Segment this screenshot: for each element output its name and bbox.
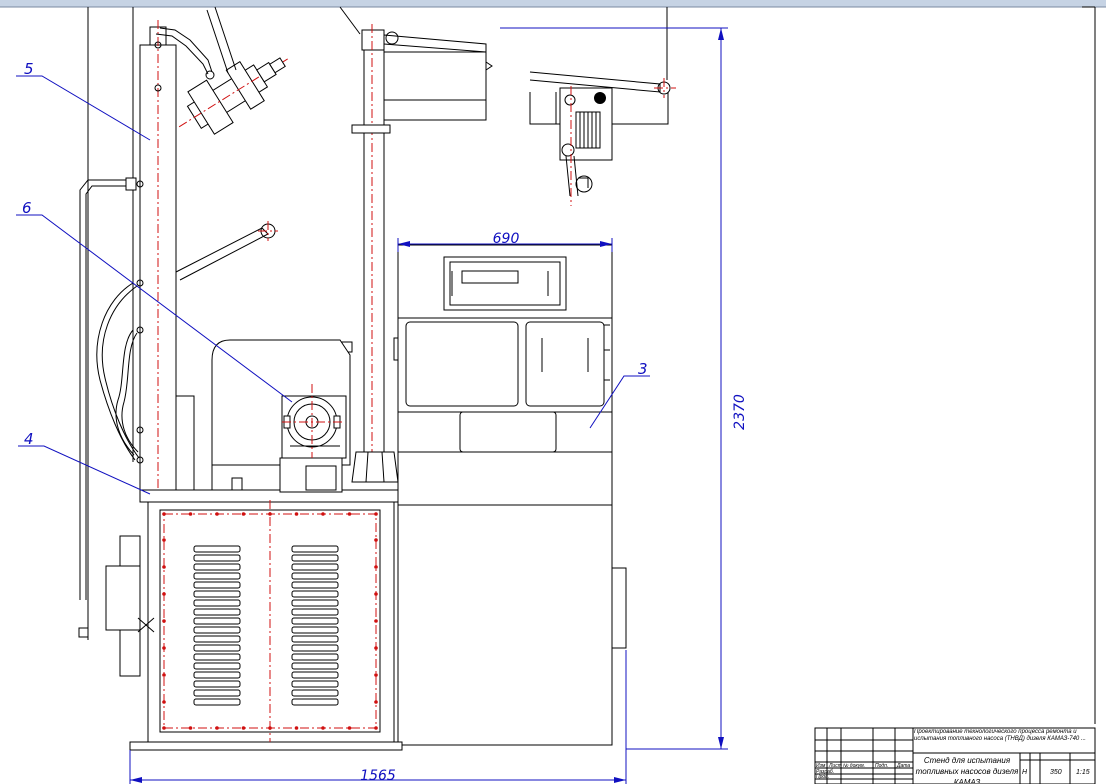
grille-slat bbox=[193, 635, 241, 643]
tb-scale: 1:15 bbox=[1076, 769, 1090, 776]
callout-6: 6 bbox=[22, 199, 32, 217]
grille-slat bbox=[291, 698, 339, 706]
bolt-dot bbox=[215, 512, 219, 516]
callout-5: 5 bbox=[24, 60, 34, 78]
grille-slat bbox=[193, 563, 241, 571]
grille-slat bbox=[193, 698, 241, 706]
grille-slat bbox=[193, 680, 241, 688]
bolt-dot bbox=[374, 646, 378, 650]
callout-3: 3 bbox=[638, 360, 648, 378]
grille-slat bbox=[291, 554, 339, 562]
tb-label-sign: Подп. bbox=[875, 763, 888, 769]
bolt-dot bbox=[162, 538, 166, 542]
drawing-canvas: 2370 690 1565 5 6 4 3 Изм Лист № докум. … bbox=[0, 0, 1106, 784]
dimension-height: 2370 bbox=[732, 394, 748, 430]
grille-slat bbox=[193, 662, 241, 670]
grille-slat bbox=[291, 689, 339, 697]
control-cabinet bbox=[397, 244, 627, 746]
grille-slat bbox=[291, 662, 339, 670]
grille-slat bbox=[193, 545, 241, 553]
bolt-dot bbox=[374, 726, 378, 730]
bolt-dot bbox=[374, 592, 378, 596]
bolt-dot bbox=[321, 726, 325, 730]
grille-slat bbox=[291, 644, 339, 652]
grille-slat bbox=[291, 563, 339, 571]
grille-slat bbox=[193, 671, 241, 679]
grille-slat bbox=[291, 545, 339, 553]
dimension-width-bottom: 1565 bbox=[360, 768, 396, 784]
grille-slat bbox=[193, 554, 241, 562]
grille-slat bbox=[193, 590, 241, 598]
bolt-dot bbox=[374, 512, 378, 516]
grille-slat bbox=[193, 653, 241, 661]
tb-drawing-name-box: Стенд для испытания топливных насосов ди… bbox=[915, 756, 1019, 783]
viewport-top-bar bbox=[0, 0, 1106, 7]
grille-slat bbox=[291, 635, 339, 643]
grille-slat bbox=[193, 599, 241, 607]
bolt-dot bbox=[162, 673, 166, 677]
grille-slat bbox=[291, 599, 339, 607]
tb-label-date: Дата bbox=[896, 763, 910, 769]
bolt-dot bbox=[374, 673, 378, 677]
bolt-dot bbox=[294, 512, 299, 516]
tb-project-title-box: Проектирование технологического процесса… bbox=[914, 729, 1086, 742]
bolt-dot bbox=[162, 726, 166, 730]
bolt-dot bbox=[162, 592, 166, 596]
grille-slat bbox=[193, 617, 241, 625]
grille-slat bbox=[291, 680, 339, 688]
injector-unit bbox=[178, 57, 290, 135]
callout-4: 4 bbox=[24, 430, 34, 448]
bolt-dot bbox=[321, 512, 325, 516]
grille-slat bbox=[291, 671, 339, 679]
grille-slat bbox=[291, 590, 339, 598]
bolt-dot bbox=[347, 726, 352, 730]
grille-slat bbox=[193, 689, 241, 697]
bolt-dot bbox=[241, 512, 246, 516]
grille-slat bbox=[291, 626, 339, 634]
tb-drawing-name: Стенд для испытания топливных насосов ди… bbox=[915, 756, 1019, 783]
dimension-width-top: 690 bbox=[493, 231, 520, 247]
bolt-dot bbox=[188, 726, 193, 730]
grille-slat bbox=[193, 644, 241, 652]
detail-view bbox=[529, 7, 676, 206]
bolt-dot bbox=[162, 700, 166, 704]
bolt-dot bbox=[162, 646, 166, 650]
tb-mass: 350 bbox=[1050, 769, 1062, 776]
grille-slat bbox=[291, 653, 339, 661]
bolt-dot bbox=[162, 512, 166, 516]
grille-slat bbox=[291, 617, 339, 625]
bolt-dot bbox=[241, 726, 246, 730]
bolt-dot bbox=[215, 726, 219, 730]
bolt-dot bbox=[347, 512, 352, 516]
bolt-dot bbox=[374, 565, 378, 569]
grille-slat bbox=[291, 608, 339, 616]
grille-slat bbox=[193, 581, 241, 589]
bolt-dot bbox=[374, 700, 378, 704]
tb-label-check: Пров. bbox=[816, 774, 829, 780]
bolt-dot bbox=[268, 512, 272, 516]
grille-slat bbox=[193, 572, 241, 580]
bolt-dot bbox=[374, 619, 378, 623]
drawing-frame bbox=[1082, 6, 1096, 724]
bolt-dot bbox=[162, 619, 166, 623]
grille-slat bbox=[291, 581, 339, 589]
grille-slat bbox=[291, 572, 339, 580]
tb-label-doc: № докум. bbox=[843, 763, 865, 769]
grille-slat bbox=[193, 608, 241, 616]
electric-box bbox=[159, 500, 381, 742]
bolt-dot bbox=[162, 565, 166, 569]
grille-slat bbox=[193, 626, 241, 634]
bolt-dot bbox=[188, 512, 193, 516]
tb-project-title: Проектирование технологического процесса… bbox=[914, 729, 1086, 742]
bolt-dot bbox=[268, 726, 272, 730]
bolt-dot bbox=[374, 538, 378, 542]
bolt-dot bbox=[294, 726, 299, 730]
